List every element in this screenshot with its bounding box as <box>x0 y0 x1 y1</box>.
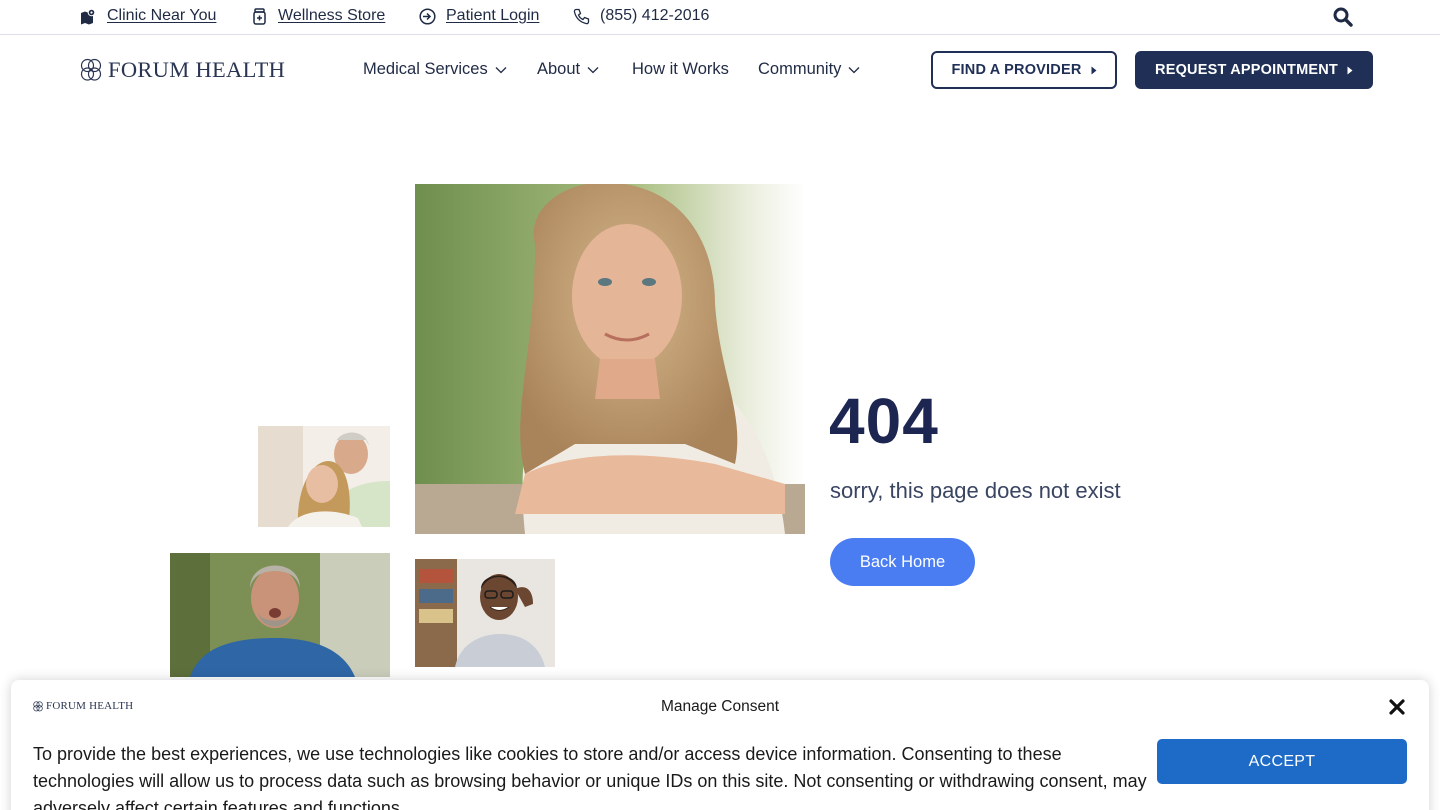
consent-body: To provide the best experiences, we use … <box>33 744 1147 810</box>
woman-portrait-image <box>415 184 805 534</box>
nav-how-it-works[interactable]: How it Works <box>632 60 729 79</box>
error-message: sorry, this page does not exist <box>830 478 1121 503</box>
request-appointment-label: REQUEST APPOINTMENT <box>1155 62 1338 78</box>
find-provider-button[interactable]: FIND A PROVIDER <box>931 51 1117 89</box>
wellness-store-link[interactable]: Wellness Store <box>251 7 385 25</box>
patient-login-label: Patient Login <box>446 7 540 24</box>
accept-button[interactable]: ACCEPT <box>1157 739 1407 784</box>
back-home-button[interactable]: Back Home <box>830 538 975 586</box>
close-icon[interactable] <box>1388 698 1406 716</box>
patient-login-link[interactable]: Patient Login <box>419 7 539 25</box>
nav-label: About <box>537 60 581 78</box>
wellness-store-label: Wellness Store <box>278 7 386 24</box>
smiling-man-image <box>415 559 555 667</box>
phone-number: (855) 412-2016 <box>600 7 710 24</box>
find-provider-label: FIND A PROVIDER <box>951 62 1082 78</box>
consent-dialog: FORUM HEALTH Manage Consent To provide t… <box>11 680 1429 810</box>
runner-image <box>170 553 390 677</box>
nav-about[interactable]: About <box>537 60 599 79</box>
couple-image <box>258 426 390 527</box>
utility-bar: Clinic Near You Wellness Store Patient L… <box>0 0 1440 35</box>
accept-label: ACCEPT <box>1248 752 1316 770</box>
logo-text: FORUM HEALTH <box>108 57 286 82</box>
phone-icon <box>573 8 590 25</box>
site-logo[interactable]: FORUM HEALTH <box>80 57 285 83</box>
search-icon[interactable] <box>1333 7 1353 27</box>
nav-community[interactable]: Community <box>758 60 860 79</box>
nav-medical-services[interactable]: Medical Services <box>363 60 507 79</box>
nav-label: Medical Services <box>363 60 488 78</box>
nav-label: Community <box>758 60 842 78</box>
caret-right-icon <box>1347 66 1353 74</box>
phone-link[interactable]: (855) 412-2016 <box>573 7 709 25</box>
clinic-near-you-link[interactable]: Clinic Near You <box>80 7 216 25</box>
chevron-down-icon <box>495 66 507 73</box>
request-appointment-button[interactable]: REQUEST APPOINTMENT <box>1135 51 1373 89</box>
back-home-label: Back Home <box>859 552 946 571</box>
logo-mark-icon <box>80 58 102 81</box>
login-icon <box>419 7 436 25</box>
nav-label: How it Works <box>632 60 729 78</box>
store-icon <box>251 7 268 25</box>
consent-title: Manage Consent <box>660 698 780 715</box>
chevron-down-icon <box>587 66 599 73</box>
clinic-near-you-label: Clinic Near You <box>107 7 217 24</box>
caret-right-icon <box>1091 66 1097 74</box>
error-code: 404 <box>829 385 939 457</box>
chevron-down-icon <box>848 66 860 73</box>
map-icon <box>80 8 97 25</box>
